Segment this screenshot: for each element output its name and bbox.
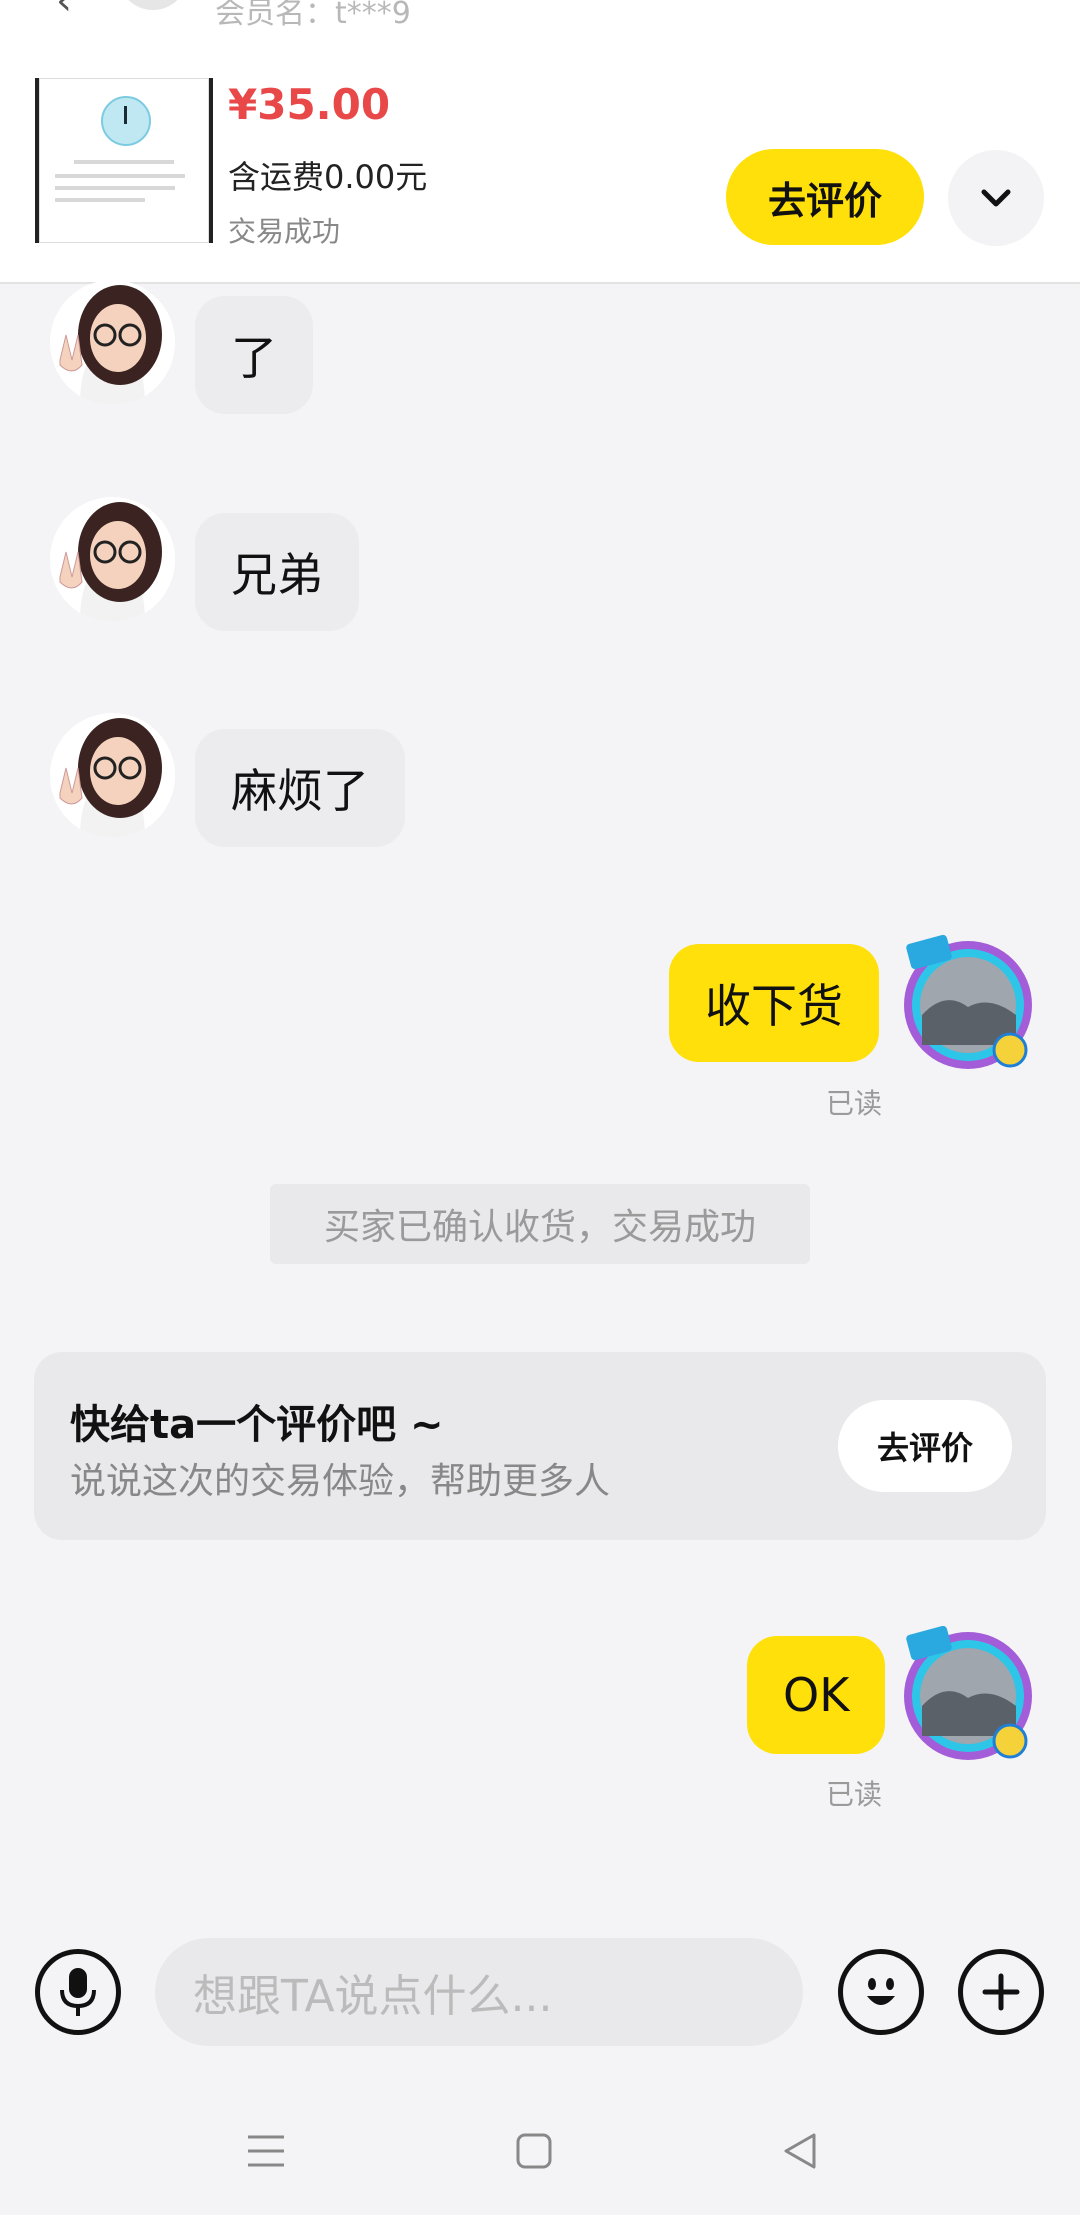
read-status: 已读 — [826, 1087, 883, 1120]
review-card-title: 快给ta一个评价吧 ~ — [70, 1402, 444, 1448]
product-card[interactable]: ¥35.00 含运费0.00元 交易成功 去评价 — [0, 60, 1080, 284]
review-card-subtitle: 说说这次的交易体验，帮助更多人 — [70, 1461, 611, 1502]
plus-icon — [982, 1973, 1020, 2011]
review-prompt-card[interactable]: 快给ta一个评价吧 ~ 说说这次的交易体验，帮助更多人 去评价 — [34, 1352, 1046, 1540]
menu-icon — [248, 2135, 284, 2167]
contact-avatar[interactable] — [50, 713, 175, 838]
product-thumbnail[interactable] — [35, 78, 213, 243]
back-nav-button[interactable] — [770, 2121, 830, 2181]
review-card-button[interactable]: 去评价 — [838, 1400, 1012, 1492]
my-avatar[interactable] — [900, 1625, 1035, 1761]
chat-header: ‹ 会员名：t***9 — [0, 0, 1080, 60]
contact-avatar[interactable] — [50, 497, 175, 622]
product-price: ¥35.00 — [228, 80, 391, 129]
message-input[interactable]: 想跟TA说点什么... — [155, 1938, 803, 2046]
contact-avatar[interactable] — [50, 280, 175, 405]
square-icon — [516, 2133, 552, 2169]
message-input-bar: 想跟TA说点什么... — [0, 1930, 1080, 2055]
read-status: 已读 — [826, 1778, 883, 1811]
system-message: 买家已确认收货，交易成功 — [270, 1184, 810, 1264]
message-bubble[interactable]: 了 — [195, 296, 313, 414]
microphone-icon — [60, 1968, 96, 2016]
more-button[interactable] — [958, 1949, 1044, 2035]
review-button[interactable]: 去评价 — [726, 149, 924, 245]
back-icon[interactable]: ‹ — [56, 0, 72, 24]
seller-avatar[interactable] — [118, 0, 188, 10]
home-nav-button[interactable] — [504, 2121, 564, 2181]
message-bubble[interactable]: 收下货 — [669, 944, 879, 1062]
message-bubble[interactable]: 麻烦了 — [195, 729, 405, 847]
member-name: 会员名：t***9 — [215, 0, 411, 31]
shipping-fee: 含运费0.00元 — [228, 158, 428, 196]
clock-icon — [101, 96, 151, 146]
my-avatar[interactable] — [900, 934, 1035, 1070]
smiley-icon — [867, 1978, 895, 2005]
chevron-down-icon — [981, 189, 1011, 207]
menu-nav-button[interactable] — [236, 2121, 296, 2181]
trade-status: 交易成功 — [228, 215, 341, 248]
message-bubble[interactable]: OK — [747, 1636, 886, 1754]
triangle-back-icon — [784, 2133, 816, 2169]
emoji-button[interactable] — [838, 1949, 924, 2035]
system-nav-bar — [0, 2085, 1080, 2215]
voice-button[interactable] — [35, 1949, 121, 2035]
message-bubble[interactable]: 兄弟 — [195, 513, 359, 631]
expand-button[interactable] — [948, 150, 1044, 246]
